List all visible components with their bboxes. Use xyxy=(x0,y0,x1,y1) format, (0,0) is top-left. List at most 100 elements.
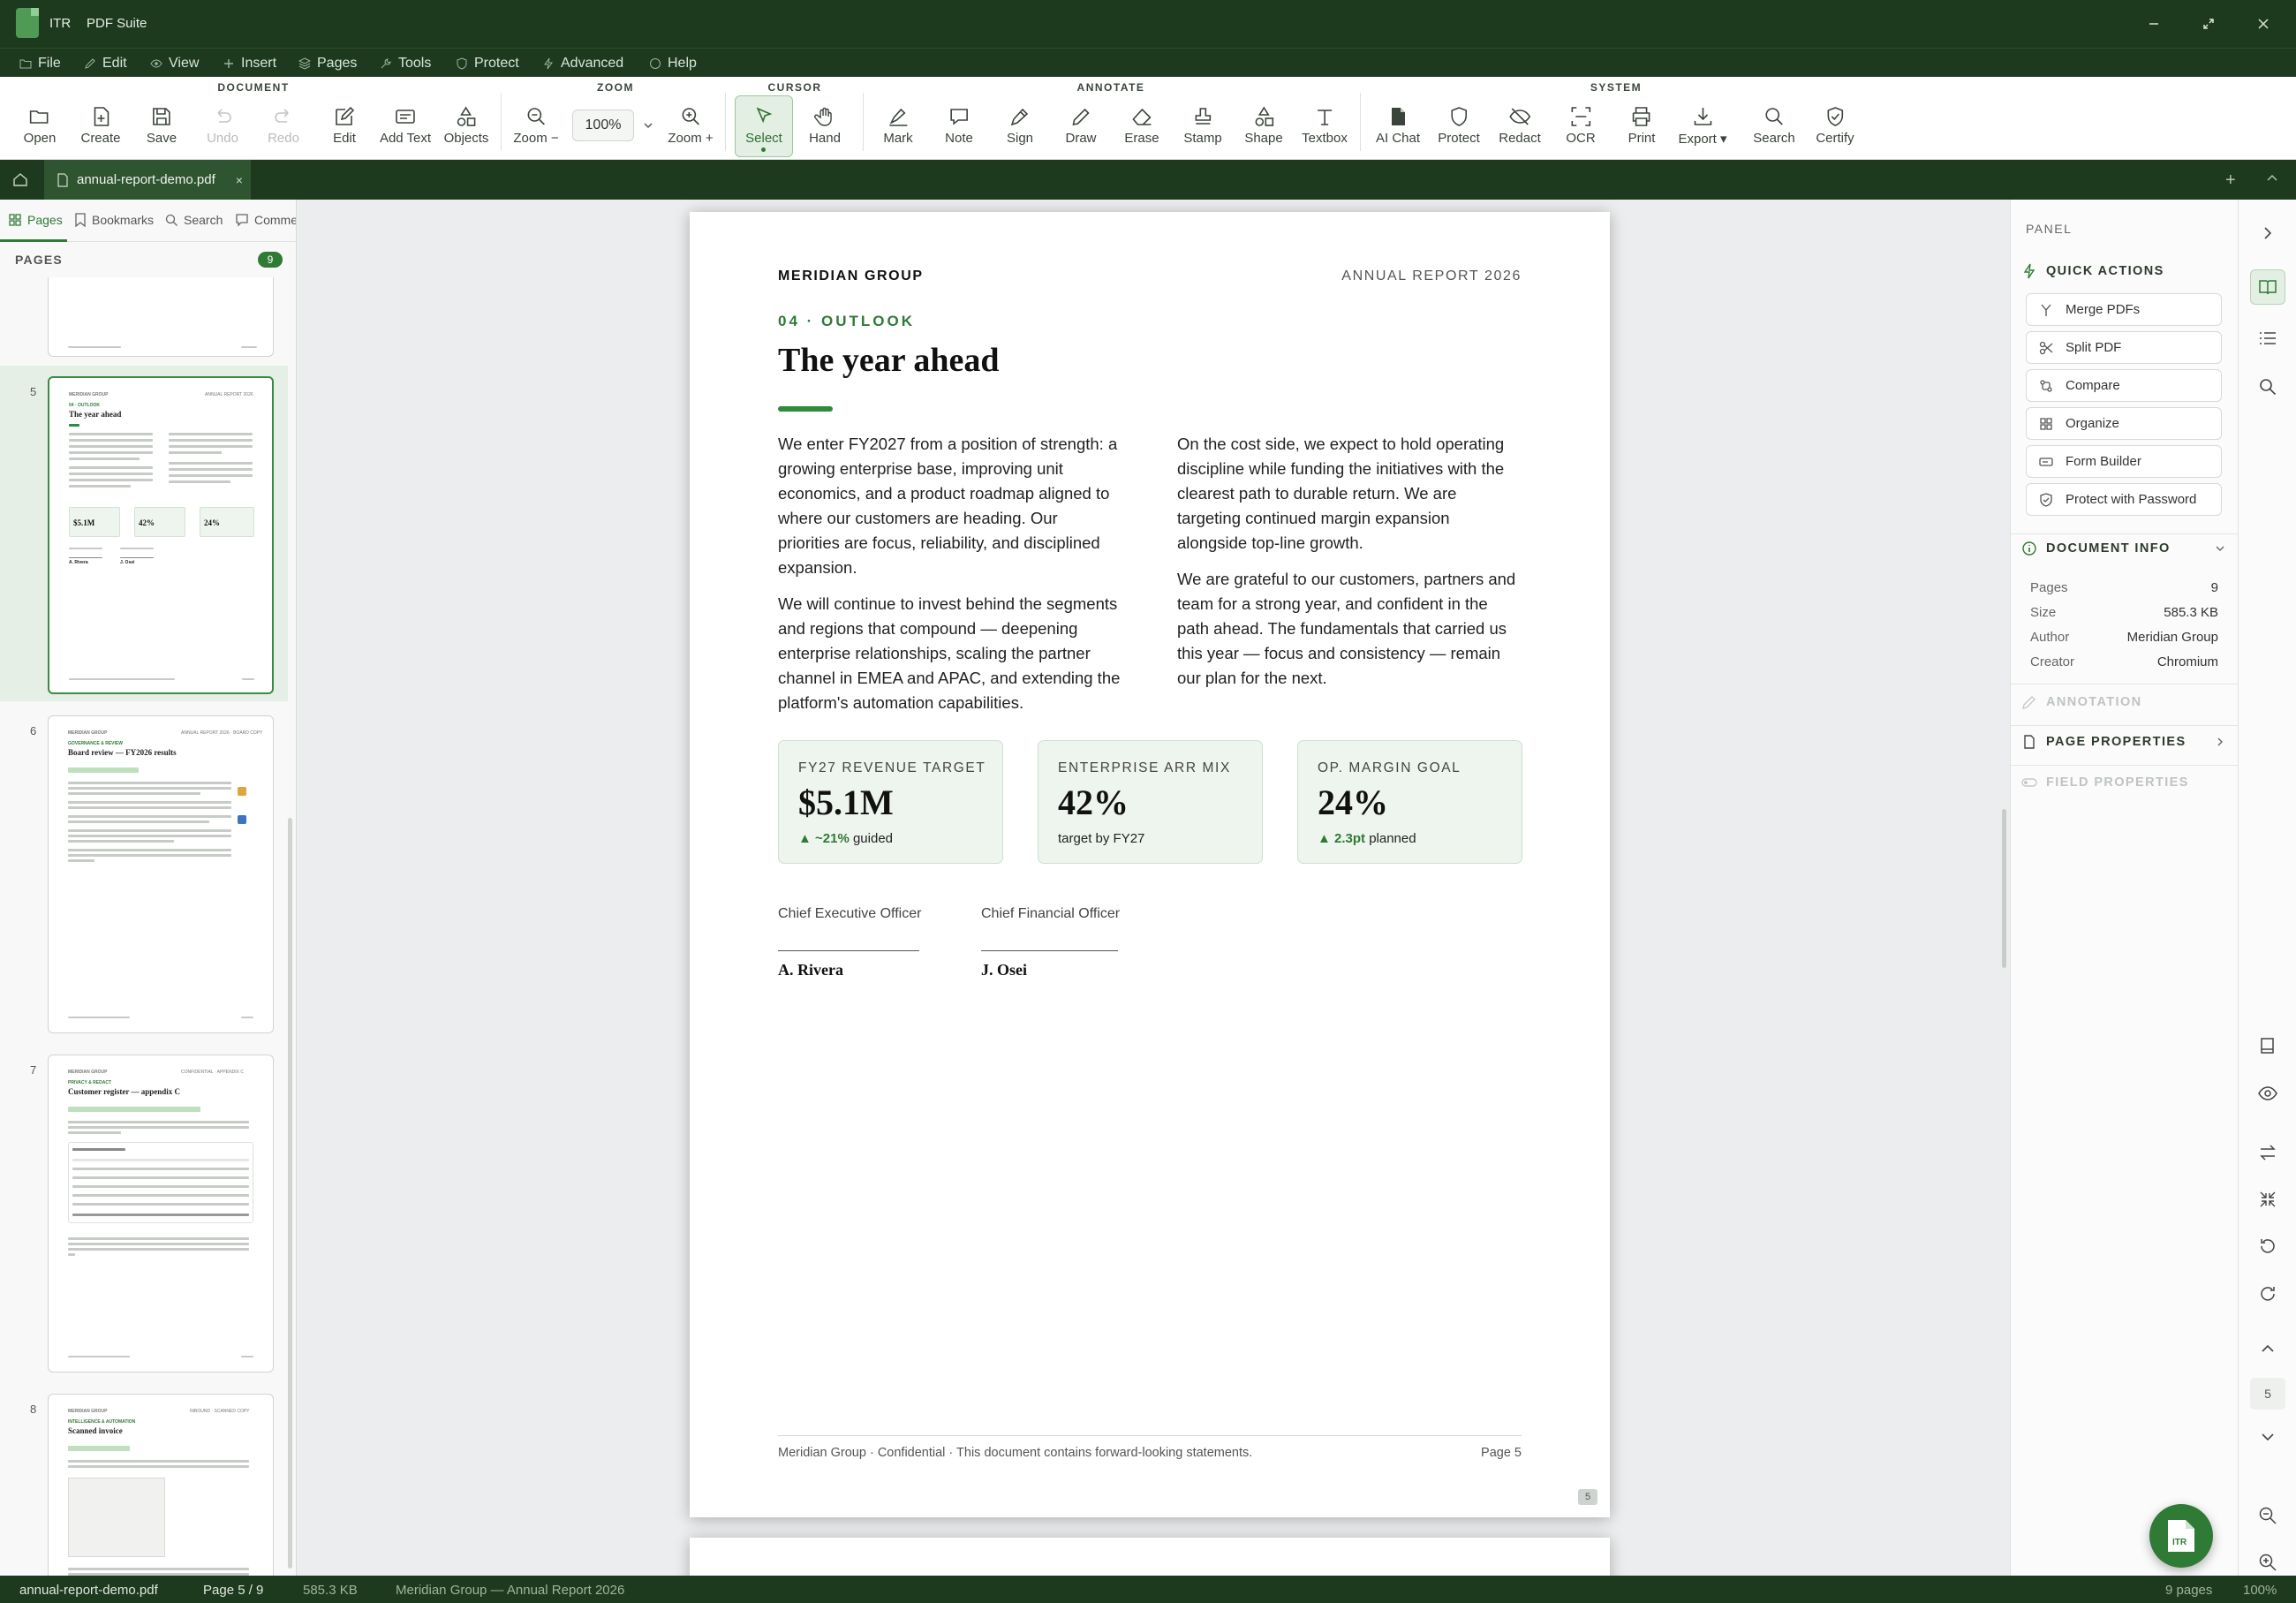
menu-view[interactable]: View xyxy=(150,55,199,72)
sidebar-tab-search[interactable]: Search xyxy=(164,213,223,227)
menu-edit-label: Edit xyxy=(102,56,127,71)
split-pdf-button[interactable]: Split PDF xyxy=(2026,331,2222,364)
maximize-icon[interactable] xyxy=(2195,11,2222,37)
page-report-label: ANNUAL REPORT 2026 xyxy=(1341,268,1522,284)
sidebar-tab-pages[interactable]: Pages xyxy=(8,213,63,227)
help-icon xyxy=(650,58,661,69)
draw-button[interactable]: Draw xyxy=(1065,105,1097,153)
thumbnail-page-5[interactable]: MERIDIAN GROUP ANNUAL REPORT 2026 04 · O… xyxy=(48,376,274,694)
signature-title: Chief Executive Officer xyxy=(778,906,922,921)
swap-icon[interactable] xyxy=(2250,1135,2285,1170)
thumbnail-page-6[interactable]: MERIDIAN GROUP ANNUAL REPORT 2026 · BOAR… xyxy=(48,715,274,1033)
menu-insert[interactable]: Insert xyxy=(223,55,276,72)
home-icon[interactable] xyxy=(12,171,28,187)
signature-line[interactable] xyxy=(981,950,1118,951)
eye-icon[interactable] xyxy=(2250,1076,2285,1111)
ai-chat-button[interactable]: AI Chat xyxy=(1376,105,1420,153)
zoom-in-icon[interactable] xyxy=(2250,1545,2285,1580)
sidebar-tab-comments[interactable]: Comme xyxy=(235,213,296,227)
book-icon[interactable] xyxy=(2250,269,2285,305)
page-properties-title[interactable]: PAGE PROPERTIES xyxy=(2021,734,2228,750)
pdf-page-6[interactable] xyxy=(690,1538,1610,1576)
open-button[interactable]: Open xyxy=(24,105,56,153)
sidebar-tab-bookmarks[interactable]: Bookmarks xyxy=(74,213,154,227)
zoom-out-icon[interactable] xyxy=(2250,1498,2285,1533)
page-indicator[interactable]: 5 xyxy=(2250,1378,2285,1410)
reader-mode-icon[interactable] xyxy=(2250,1028,2285,1063)
compare-button[interactable]: Compare xyxy=(2026,369,2222,402)
menu-advanced[interactable]: Advanced xyxy=(542,55,623,72)
undo-button[interactable]: Undo xyxy=(207,105,238,153)
layers-icon xyxy=(298,57,311,70)
rotate-right-icon[interactable] xyxy=(2250,1276,2285,1312)
document-canvas: MERIDIAN GROUP ANNUAL REPORT 2026 04 · O… xyxy=(298,200,2010,1576)
edit-button[interactable]: Edit xyxy=(333,105,356,153)
menu-help[interactable]: Help xyxy=(649,55,697,72)
mark-button[interactable]: Mark xyxy=(883,105,913,153)
menu-tools[interactable]: Tools xyxy=(380,55,431,72)
status-size: 585.3 KB xyxy=(303,1583,358,1598)
shrink-icon[interactable] xyxy=(2250,1182,2285,1217)
redact-button[interactable]: Redact xyxy=(1499,105,1541,153)
textbox-button[interactable]: Textbox xyxy=(1302,105,1348,153)
merge-pdfs-button[interactable]: Merge PDFs xyxy=(2026,293,2222,326)
search-icon[interactable] xyxy=(2250,369,2285,405)
signature-line[interactable] xyxy=(778,950,919,951)
zoom-out-button[interactable]: Zoom − xyxy=(513,105,559,153)
previous-page-icon[interactable] xyxy=(2250,1331,2285,1366)
form-builder-button[interactable]: Form Builder xyxy=(2026,445,2222,478)
print-button[interactable]: Print xyxy=(1628,105,1655,153)
stat-sub: ▲ 2.3pt planned xyxy=(1318,831,1416,846)
note-button[interactable]: Note xyxy=(945,105,973,153)
stamp-button[interactable]: Stamp xyxy=(1183,105,1222,153)
zoom-in-button[interactable]: Zoom + xyxy=(668,105,714,153)
add-text-button[interactable]: Add Text xyxy=(380,105,431,153)
sign-button[interactable]: Sign xyxy=(1007,105,1033,153)
close-window-icon[interactable] xyxy=(2250,11,2277,37)
collapse-icon[interactable] xyxy=(2266,172,2278,185)
create-button[interactable]: Create xyxy=(80,105,121,153)
next-page-icon[interactable] xyxy=(2250,1419,2285,1455)
document-tab[interactable]: annual-report-demo.pdf × xyxy=(44,160,251,200)
shield-check-icon xyxy=(2040,492,2052,507)
stat-card-revenue: FY27 REVENUE TARGET $5.1M ▲ ~21% guided xyxy=(778,740,1003,864)
comment-icon xyxy=(236,214,248,227)
objects-button[interactable]: Objects xyxy=(444,105,488,153)
pdf-page-5[interactable]: MERIDIAN GROUP ANNUAL REPORT 2026 04 · O… xyxy=(690,212,1610,1517)
menu-protect[interactable]: Protect xyxy=(456,55,519,72)
menu-file[interactable]: File xyxy=(19,55,61,72)
canvas-scrollbar[interactable] xyxy=(2002,809,2006,968)
save-button[interactable]: Save xyxy=(147,105,177,153)
thumbnail-page-7[interactable]: MERIDIAN GROUP CONFIDENTIAL · APPENDIX C… xyxy=(48,1055,274,1372)
organize-button[interactable]: Organize xyxy=(2026,407,2222,440)
new-tab-icon[interactable]: + xyxy=(2225,170,2236,191)
menu-pages[interactable]: Pages xyxy=(298,55,357,72)
document-info-title[interactable]: DOCUMENT INFO xyxy=(2021,541,2228,556)
rotate-left-icon[interactable] xyxy=(2250,1229,2285,1264)
info-key: Creator xyxy=(2030,654,2075,669)
ocr-button[interactable]: OCR xyxy=(1566,105,1596,153)
sidebar-scrollbar[interactable] xyxy=(288,818,292,1569)
pages-count-badge: 9 xyxy=(258,252,283,268)
chevron-down-icon[interactable] xyxy=(643,120,653,131)
protect-button[interactable]: Protect xyxy=(1438,105,1480,153)
search-button[interactable]: Search xyxy=(1753,105,1795,153)
shape-button[interactable]: Shape xyxy=(1244,105,1283,153)
hand-tool-button[interactable]: Hand xyxy=(809,105,841,153)
zoom-level-input[interactable]: 100% xyxy=(572,110,634,141)
ai-assistant-button[interactable]: ITR xyxy=(2149,1504,2213,1568)
export-button[interactable]: Export ▾ xyxy=(1678,105,1727,153)
list-icon[interactable] xyxy=(2250,321,2285,356)
collapse-panel-icon[interactable] xyxy=(2250,215,2285,251)
certify-button[interactable]: Certify xyxy=(1816,105,1854,153)
erase-button[interactable]: Erase xyxy=(1124,105,1159,153)
thumbnail-page-4[interactable] xyxy=(48,277,274,357)
menu-edit[interactable]: Edit xyxy=(84,55,127,72)
close-tab-icon[interactable]: × xyxy=(236,173,243,187)
menu-bar: File Edit View Insert Pages Tools Protec… xyxy=(0,48,2296,77)
redo-button[interactable]: Redo xyxy=(268,105,299,153)
select-tool-button[interactable]: Select xyxy=(745,105,782,153)
thumbnail-page-8[interactable]: MERIDIAN GROUP INBOUND · SCANNED COPY IN… xyxy=(48,1394,274,1576)
protect-with-password-button[interactable]: Protect with Password xyxy=(2026,483,2222,516)
minimize-icon[interactable] xyxy=(2141,11,2167,37)
